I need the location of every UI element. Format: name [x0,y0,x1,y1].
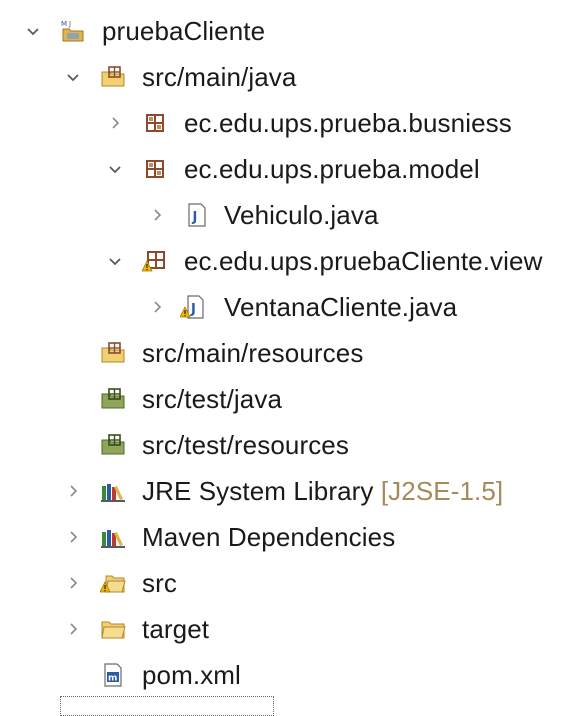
tree-item-label: src/test/resources [142,430,349,460]
tree-item-src-test-resources[interactable]: src/test/resources [0,422,584,468]
chevron-down-icon[interactable] [106,252,124,270]
tree-item-label: ec.edu.ups.prueba.busniess [184,108,512,138]
tree-item-label: pruebaCliente [102,16,266,46]
test-source-folder-icon [100,386,126,412]
chevron-right-icon[interactable] [64,482,82,500]
tree-item-label: ec.edu.ups.pruebaCliente.view [184,246,543,276]
tree-item-label: JRE System Library [J2SE-1.5] [142,478,503,504]
tree-item-target[interactable]: target [0,606,584,652]
tree-item-label: ec.edu.ups.prueba.model [184,154,480,184]
tree-item-name: JRE System Library [142,476,374,506]
focus-indicator [60,696,274,716]
tree-item-label: src/main/java [142,62,297,92]
tree-item-label: VentanaCliente.java [224,292,458,322]
tree-item-pruebaCliente[interactable]: M J pruebaCliente [0,8,584,54]
test-source-folder-icon [100,432,126,458]
library-icon [100,524,126,550]
tree-item-label: pom.xml [142,660,241,690]
tree-item-label: target [142,614,210,644]
source-folder-icon [100,64,126,90]
svg-text:J: J [192,210,198,225]
svg-text:m: m [108,674,117,684]
svg-text:J: J [68,20,71,28]
package-icon [142,110,168,136]
tree-item-decoration: [J2SE-1.5] [380,476,504,506]
tree-item-label: src/test/java [142,384,283,414]
library-icon [100,478,126,504]
java-file-icon: J [184,202,210,228]
chevron-right-icon[interactable] [148,206,166,224]
chevron-right-icon[interactable] [64,528,82,546]
chevron-down-icon[interactable] [64,68,82,86]
tree-item-label: Maven Dependencies [142,522,396,552]
tree-item-vehiculo-java[interactable]: J Vehiculo.java [0,192,584,238]
folder-warning-icon [99,570,126,596]
package-warning-icon [141,248,168,274]
chevron-right-icon[interactable] [148,298,166,316]
chevron-down-icon[interactable] [106,160,124,178]
chevron-right-icon[interactable] [106,114,124,132]
svg-text:J: J [190,302,196,317]
tree-item-maven-dependencies[interactable]: Maven Dependencies [0,514,584,560]
svg-text:M: M [61,20,67,28]
tree-item-src-main-java[interactable]: src/main/java [0,54,584,100]
tree-item-package-busniess[interactable]: ec.edu.ups.prueba.busniess [0,100,584,146]
maven-pom-icon: m [100,662,126,688]
tree-item-label: Vehiculo.java [224,200,379,230]
source-folder-icon [100,340,126,366]
tree-item-package-model[interactable]: ec.edu.ups.prueba.model [0,146,584,192]
tree-item-jre-system-library[interactable]: JRE System Library [J2SE-1.5] [0,468,584,514]
tree-item-src[interactable]: src [0,560,584,606]
chevron-right-icon[interactable] [64,574,82,592]
tree-item-src-main-resources[interactable]: src/main/resources [0,330,584,376]
project-explorer-tree: M J pruebaCliente src/main/java ec.edu.u… [0,8,584,698]
tree-item-label: src [142,568,177,598]
chevron-down-icon[interactable] [24,22,42,40]
tree-item-pom-xml[interactable]: m pom.xml [0,652,584,698]
tree-item-src-test-java[interactable]: src/test/java [0,376,584,422]
tree-item-label: src/main/resources [142,338,364,368]
chevron-right-icon[interactable] [64,620,82,638]
tree-item-package-view[interactable]: ec.edu.ups.pruebaCliente.view [0,238,584,284]
folder-icon [100,616,126,642]
maven-project-icon: M J [60,18,86,44]
package-icon [142,156,168,182]
tree-item-ventanacliente-java[interactable]: J VentanaCliente.java [0,284,584,330]
java-file-warning-icon: J [179,294,206,320]
